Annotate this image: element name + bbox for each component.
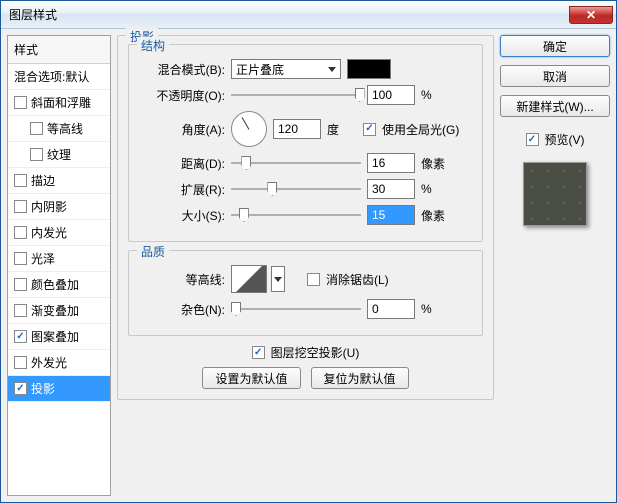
size-label: 大小(S): [139, 207, 225, 224]
shadow-color-swatch[interactable] [347, 59, 391, 79]
spread-label: 扩展(R): [139, 181, 225, 198]
window-title: 图层样式 [9, 6, 57, 23]
global-light-label: 使用全局光(G) [382, 121, 459, 138]
sidebar-item-5[interactable]: 内发光 [8, 220, 110, 246]
sidebar-item-checkbox[interactable] [30, 148, 43, 161]
sidebar-item-label: 渐变叠加 [31, 302, 79, 319]
px-unit-2: 像素 [421, 207, 451, 224]
sidebar-item-3[interactable]: 描边 [8, 168, 110, 194]
titlebar: 图层样式 ✕ [1, 1, 616, 29]
knockout-label: 图层挖空投影(U) [271, 344, 360, 361]
reset-default-button[interactable]: 复位为默认值 [311, 367, 409, 389]
degree-unit: 度 [327, 121, 357, 138]
sidebar-item-0[interactable]: 斜面和浮雕 [8, 90, 110, 116]
sidebar-item-1[interactable]: 等高线 [8, 116, 110, 142]
sidebar-item-10[interactable]: 外发光 [8, 350, 110, 376]
chevron-down-icon [328, 67, 336, 72]
preview-thumbnail [523, 162, 587, 226]
angle-dial[interactable] [231, 111, 267, 147]
sidebar-item-checkbox[interactable] [14, 278, 27, 291]
preview-label: 预览(V) [545, 131, 585, 148]
sidebar-item-label: 投影 [31, 380, 55, 397]
main-area: 投影 结构 混合模式(B): 正片叠底 不透明度(O): [117, 35, 610, 496]
blend-mode-select[interactable]: 正片叠底 [231, 59, 341, 79]
sidebar-item-checkbox[interactable] [14, 330, 27, 343]
layer-style-dialog: 图层样式 ✕ 样式 混合选项:默认 斜面和浮雕等高线纹理描边内阴影内发光光泽颜色… [0, 0, 617, 503]
noise-slider[interactable] [231, 300, 361, 318]
styles-sidebar: 样式 混合选项:默认 斜面和浮雕等高线纹理描边内阴影内发光光泽颜色叠加渐变叠加图… [7, 35, 111, 496]
sidebar-item-checkbox[interactable] [30, 122, 43, 135]
opacity-input[interactable]: 100 [367, 85, 415, 105]
sidebar-item-checkbox[interactable] [14, 382, 27, 395]
opacity-slider[interactable] [231, 86, 361, 104]
sidebar-item-label: 内阴影 [31, 198, 67, 215]
percent-unit: % [421, 88, 451, 102]
quality-group: 品质 等高线: 消除锯齿(L) 杂色(N): 0 [128, 250, 483, 336]
sidebar-item-label: 外发光 [31, 354, 67, 371]
preview-checkbox[interactable] [526, 133, 539, 146]
noise-label: 杂色(N): [139, 301, 225, 318]
percent-unit-3: % [421, 302, 451, 316]
antialias-label: 消除锯齿(L) [326, 271, 389, 288]
new-style-button[interactable]: 新建样式(W)... [500, 95, 610, 117]
distance-input[interactable]: 16 [367, 153, 415, 173]
sidebar-item-4[interactable]: 内阴影 [8, 194, 110, 220]
sidebar-item-label: 图案叠加 [31, 328, 79, 345]
structure-legend: 结构 [137, 37, 169, 54]
size-slider[interactable] [231, 206, 361, 224]
angle-label: 角度(A): [139, 121, 225, 138]
sidebar-item-label: 斜面和浮雕 [31, 94, 91, 111]
sidebar-item-11[interactable]: 投影 [8, 376, 110, 402]
dialog-body: 样式 混合选项:默认 斜面和浮雕等高线纹理描边内阴影内发光光泽颜色叠加渐变叠加图… [1, 29, 616, 502]
sidebar-item-checkbox[interactable] [14, 96, 27, 109]
right-panel: 确定 取消 新建样式(W)... 预览(V) [500, 35, 610, 496]
sidebar-blend-default[interactable]: 混合选项:默认 [8, 64, 110, 90]
blend-mode-value: 正片叠底 [236, 61, 284, 78]
percent-unit-2: % [421, 182, 451, 196]
sidebar-header[interactable]: 样式 [8, 36, 110, 64]
sidebar-item-2[interactable]: 纹理 [8, 142, 110, 168]
sidebar-item-7[interactable]: 颜色叠加 [8, 272, 110, 298]
cancel-button[interactable]: 取消 [500, 65, 610, 87]
spread-slider[interactable] [231, 180, 361, 198]
quality-legend: 品质 [137, 243, 169, 260]
contour-picker[interactable] [231, 265, 267, 293]
distance-label: 距离(D): [139, 155, 225, 172]
blend-mode-label: 混合模式(B): [139, 61, 225, 78]
distance-slider[interactable] [231, 154, 361, 172]
sidebar-item-label: 纹理 [47, 146, 71, 163]
size-input[interactable]: 15 [367, 205, 415, 225]
sidebar-item-label: 内发光 [31, 224, 67, 241]
sidebar-item-checkbox[interactable] [14, 226, 27, 239]
knockout-checkbox[interactable] [252, 346, 265, 359]
px-unit-1: 像素 [421, 155, 451, 172]
sidebar-item-checkbox[interactable] [14, 174, 27, 187]
sidebar-item-label: 光泽 [31, 250, 55, 267]
make-default-button[interactable]: 设置为默认值 [202, 367, 300, 389]
contour-chevron-icon[interactable] [271, 266, 285, 292]
opacity-label: 不透明度(O): [139, 87, 225, 104]
sidebar-item-checkbox[interactable] [14, 304, 27, 317]
contour-label: 等高线: [139, 271, 225, 288]
sidebar-item-label: 等高线 [47, 120, 83, 137]
sidebar-item-label: 颜色叠加 [31, 276, 79, 293]
spread-input[interactable]: 30 [367, 179, 415, 199]
angle-input[interactable]: 120 [273, 119, 321, 139]
structure-group: 结构 混合模式(B): 正片叠底 不透明度(O): [128, 44, 483, 242]
sidebar-item-checkbox[interactable] [14, 200, 27, 213]
antialias-checkbox[interactable] [307, 273, 320, 286]
sidebar-item-label: 描边 [31, 172, 55, 189]
sidebar-item-6[interactable]: 光泽 [8, 246, 110, 272]
global-light-checkbox[interactable] [363, 123, 376, 136]
drop-shadow-group: 投影 结构 混合模式(B): 正片叠底 不透明度(O): [117, 35, 494, 400]
noise-input[interactable]: 0 [367, 299, 415, 319]
sidebar-item-checkbox[interactable] [14, 252, 27, 265]
ok-button[interactable]: 确定 [500, 35, 610, 57]
sidebar-item-8[interactable]: 渐变叠加 [8, 298, 110, 324]
sidebar-item-9[interactable]: 图案叠加 [8, 324, 110, 350]
sidebar-item-checkbox[interactable] [14, 356, 27, 369]
close-button[interactable]: ✕ [569, 6, 613, 24]
